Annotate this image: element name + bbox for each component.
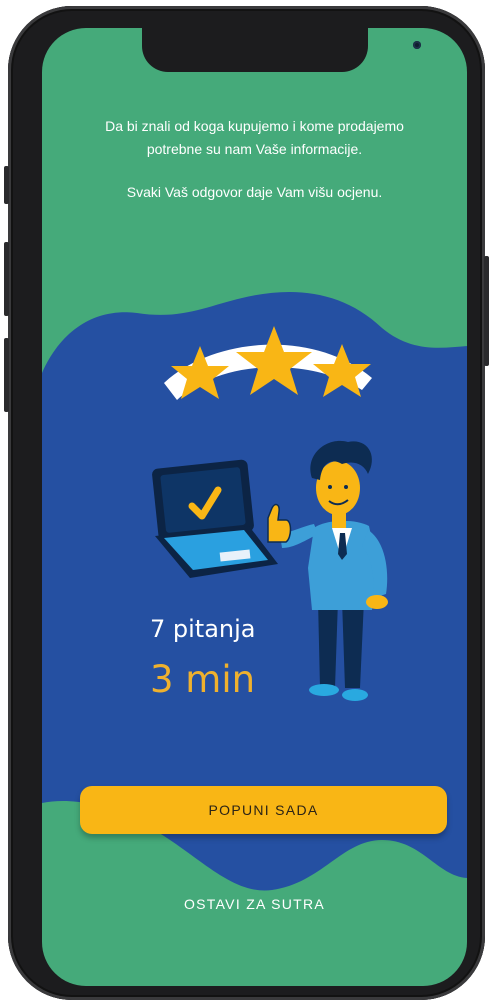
volume-up-button xyxy=(4,242,9,316)
survey-duration: 3 min xyxy=(150,658,256,701)
front-camera xyxy=(413,41,421,49)
postpone-link[interactable]: OSTAVI ZA SUTRA xyxy=(42,896,467,912)
laptop-checkmark-icon xyxy=(152,459,278,578)
volume-down-button xyxy=(4,338,9,412)
man-thumbs-up-illustration xyxy=(267,440,388,701)
fill-now-button[interactable]: POPUNI SADA xyxy=(80,786,447,834)
mute-switch xyxy=(4,166,9,204)
app-screen: Da bi znali od koga kupujemo i kome prod… xyxy=(42,28,467,986)
rating-stars-icon xyxy=(164,326,372,400)
star-center xyxy=(236,326,312,395)
question-count: 7 pitanja xyxy=(150,615,256,643)
notch xyxy=(142,28,421,72)
phone-frame: Da bi znali od koga kupujemo i kome prod… xyxy=(4,6,489,1000)
power-button xyxy=(484,256,489,366)
illustration xyxy=(152,326,388,701)
